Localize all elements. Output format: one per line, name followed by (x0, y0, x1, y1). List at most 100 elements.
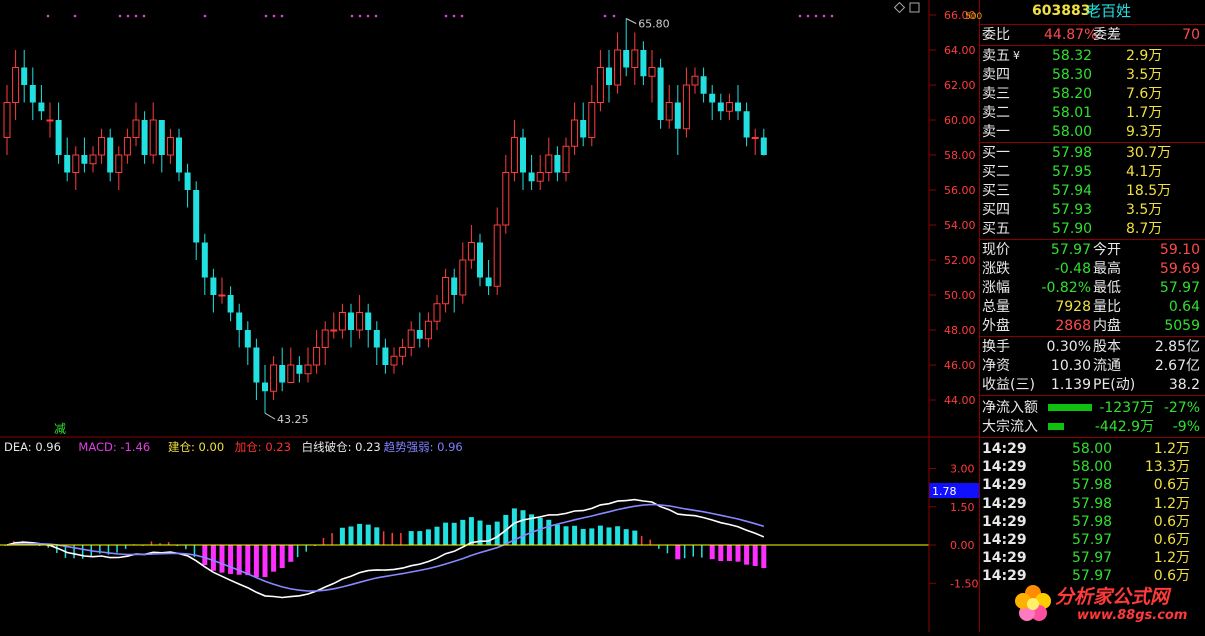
signal-dot (603, 14, 607, 18)
bid-price: 57.95 (1052, 164, 1093, 180)
macd-histogram-bar (425, 529, 431, 545)
candle-body-down (81, 155, 88, 164)
candle-body-down (709, 93, 716, 103)
y-tick-label: 56.00 (944, 184, 976, 197)
signal-label: 减 (54, 422, 66, 436)
candle-body-down (64, 155, 71, 173)
macd-histogram-bar (520, 510, 526, 545)
weibi-row: 委比 44.87% 委差 70 (980, 26, 1204, 44)
ask-row: 卖二 58.01 1.7万 (980, 104, 1204, 122)
macd-histogram-bar (245, 545, 251, 576)
legend-item: 趋势强弱: 0.96 (384, 440, 463, 454)
signal-dot (280, 14, 284, 18)
macd-histogram-bar (228, 545, 234, 574)
macd-histogram-bar (632, 530, 638, 545)
divider (980, 45, 1205, 46)
fundamental-row: 净资 10.30 流通 2.67亿 (980, 357, 1204, 375)
window-icon[interactable] (909, 2, 920, 13)
macd-y-tick-label: 0.00 (950, 539, 975, 552)
signal-dot (203, 14, 207, 18)
legend-item: 加仓: 0.23 (235, 440, 291, 454)
tick-row: 14:29 57.98 1.2万 (980, 495, 1204, 513)
candle-body-down (184, 172, 191, 190)
kline-macd-chart[interactable]: 66.0064.0062.0060.0058.0056.0054.0052.00… (0, 0, 979, 632)
watermark: 分析家公式网 www.88gs.com (1005, 580, 1205, 632)
tick-price: 58.00 (1072, 459, 1113, 476)
tick-row: 14:29 57.97 1.2万 (980, 549, 1204, 567)
macd-legend: DEA: 0.96 MACD: -1.46 建仓: 0.00 加仓: 0.23 白线破仓… (4, 440, 463, 454)
tick-row: 14:29 57.98 0.6万 (980, 476, 1204, 494)
quote-row: 外盘 2868 内盘 5059 (980, 317, 1204, 335)
signal-dot (612, 14, 616, 18)
macd-histogram-bar (692, 545, 694, 557)
bid-volume: 3.5万 (1126, 202, 1163, 218)
bid-volume: 4.1万 (1126, 164, 1163, 180)
fundamental-label: 流通 (1093, 358, 1121, 374)
quote-row: 总量 7928 量比 0.64 (980, 298, 1204, 316)
candle-body-down (485, 277, 492, 287)
ask-price: 58.01 (1052, 105, 1093, 121)
candle-body-down (29, 85, 36, 103)
candle-body-up (399, 347, 407, 357)
candle-body-down (416, 330, 423, 339)
fundamental-row: 收益(三) 1.139 PE(动) 38.2 (980, 376, 1204, 394)
candle-body-up (304, 364, 312, 375)
macd-histogram-bar (296, 545, 299, 558)
y-tick-label: 60.00 (944, 114, 976, 127)
candle-body-down (623, 50, 630, 68)
ask-volume: 9.3万 (1126, 124, 1163, 140)
candle-body-down (477, 242, 483, 278)
candle-body-up (330, 329, 338, 332)
candle-body-down (382, 347, 389, 365)
low-marker-line (264, 412, 276, 420)
ask-price: 58.30 (1052, 67, 1093, 83)
flow-row: 大宗流入 -442.9万 -9% (980, 418, 1204, 436)
divider (980, 437, 1205, 438)
candle-body-down (606, 67, 612, 85)
chart-tool-icons[interactable] (893, 1, 920, 14)
flow-bar (1048, 404, 1092, 411)
candle-body-down (236, 312, 243, 330)
tick-volume: 1.2万 (1153, 550, 1190, 567)
macd-histogram-bar (623, 529, 629, 545)
diamond-icon[interactable] (893, 1, 906, 14)
quote-label: 今开 (1093, 242, 1121, 258)
tick-time: 14:29 (982, 550, 1027, 567)
ask-row: 卖五 ¥58.32 2.9万 (980, 47, 1204, 65)
candle-body-up (442, 277, 450, 305)
ask-price: 58.32 (1052, 48, 1093, 64)
fundamental-value: 38.2 (1168, 377, 1200, 393)
candle-body-up (691, 75, 699, 86)
candle-body-up (166, 137, 174, 156)
macd-histogram-bar (116, 545, 118, 553)
tick-time: 14:29 (982, 513, 1027, 530)
macd-histogram-bar (468, 517, 474, 545)
quote-value: 5059 (1164, 318, 1200, 334)
candle-body-up (132, 119, 140, 138)
macd-y-tick-label: 3.00 (950, 463, 975, 476)
signal-dot (142, 14, 146, 18)
candle-body-down (717, 102, 724, 112)
quote-label: 内盘 (1093, 318, 1121, 334)
candle-body-up (270, 364, 278, 392)
fundamental-label: 股本 (1093, 339, 1121, 355)
bid-row: 买一 57.98 30.7万 (980, 144, 1204, 162)
macd-histogram-bar (537, 517, 543, 545)
quote-label: 最高 (1093, 261, 1121, 277)
macd-histogram-bar (331, 533, 333, 545)
ask-volume: 7.6万 (1126, 86, 1163, 102)
macd-histogram-bar (615, 526, 621, 545)
flow-label: 大宗流入 (982, 419, 1038, 435)
tick-volume: 1.2万 (1153, 441, 1190, 457)
macd-histogram-bar (400, 532, 402, 545)
candle-body-up (536, 172, 544, 182)
tick-price: 57.98 (1072, 513, 1113, 530)
macd-histogram-bar (391, 532, 393, 545)
flow-bar (1048, 423, 1064, 430)
quote-label: 量比 (1093, 299, 1121, 315)
macd-histogram-bar (546, 519, 552, 545)
macd-histogram-bar (683, 545, 686, 559)
macd-histogram-bar (640, 535, 643, 545)
macd-histogram-bar (752, 545, 758, 566)
candle-body-up (631, 49, 639, 68)
